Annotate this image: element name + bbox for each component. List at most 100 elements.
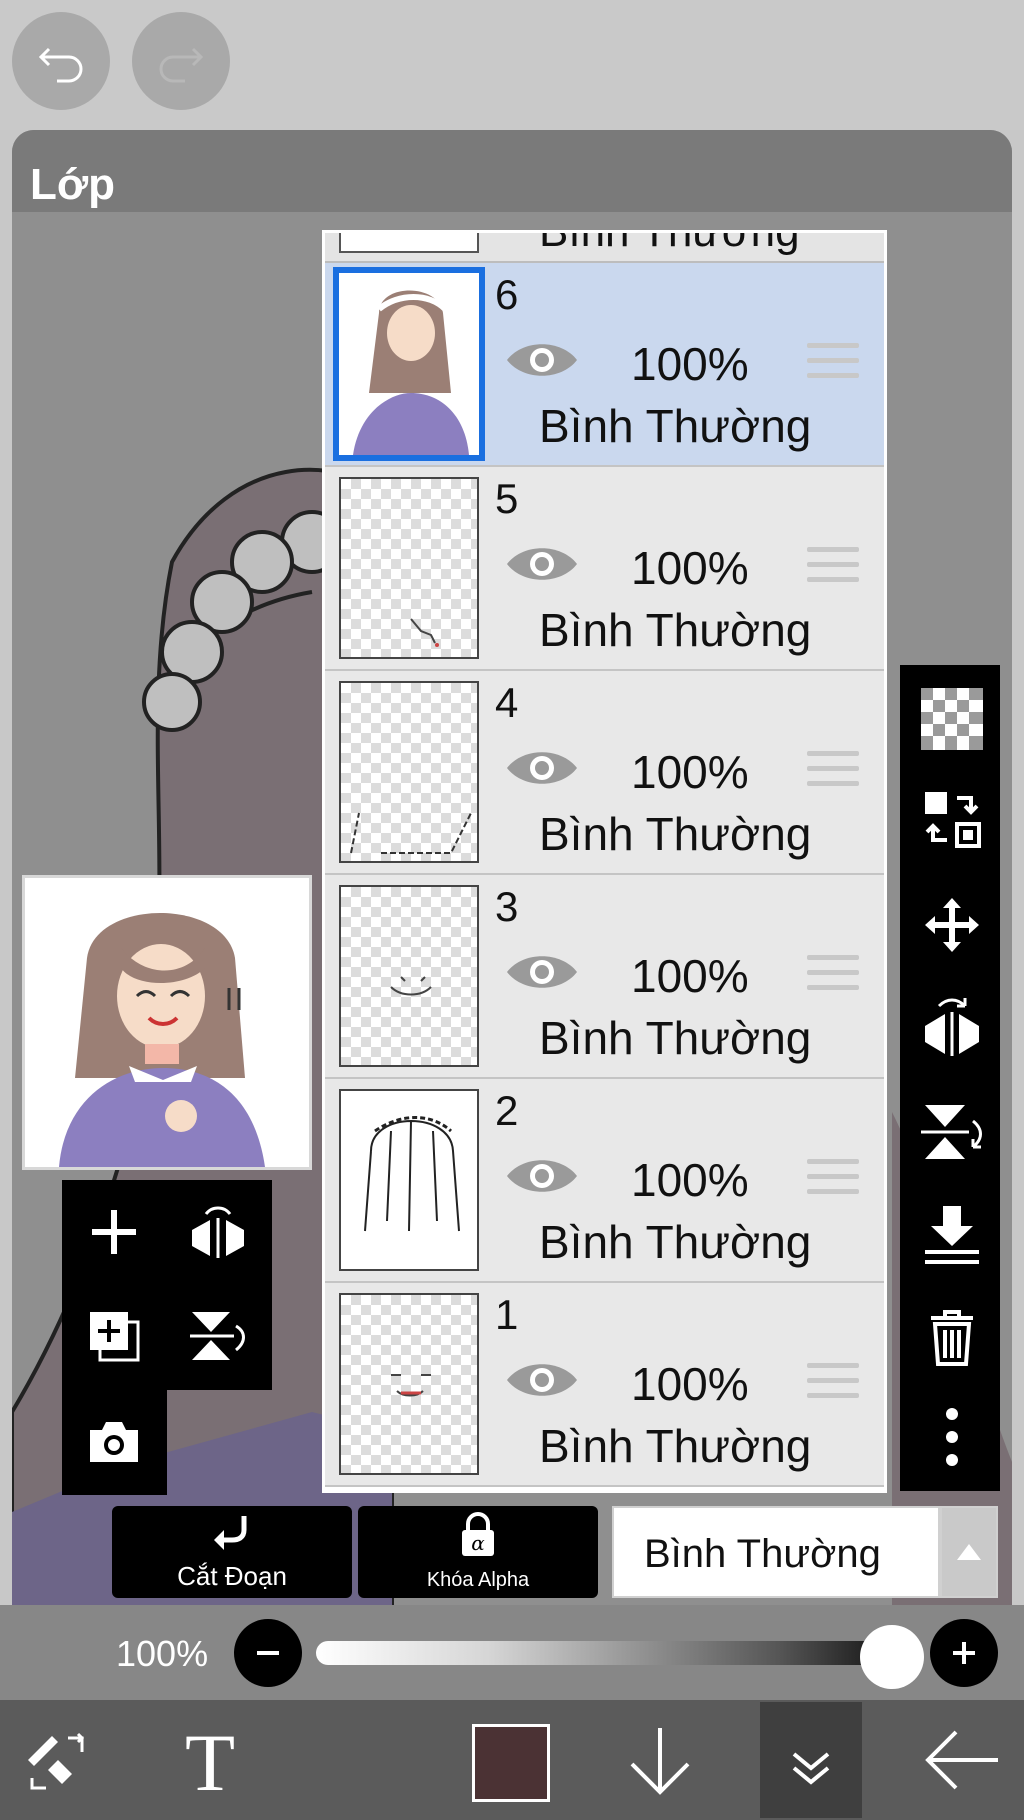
opacity-slider-handle[interactable] [860, 1625, 924, 1689]
layer-list[interactable]: Bình Thường 6 100% Bình Thường 5 100% Bì… [322, 230, 887, 1493]
transparency-button[interactable] [920, 687, 984, 751]
layer-thumbnail [333, 267, 485, 461]
layer-number: 6 [495, 271, 519, 318]
caret-up-icon [957, 1544, 981, 1560]
layer-number: 3 [495, 883, 519, 930]
drag-handle-icon[interactable] [807, 343, 859, 383]
delete-layer-button[interactable] [920, 1305, 984, 1369]
layer-blend-mode: Bình Thường [539, 808, 812, 860]
eye-icon[interactable] [505, 949, 579, 995]
eye-icon[interactable] [505, 541, 579, 587]
layer-opacity: 100% [631, 1154, 749, 1206]
layer-row-2[interactable]: 2 100% Bình Thường [325, 1079, 884, 1283]
layer-opacity: 100% [631, 542, 749, 594]
drag-handle-icon[interactable] [807, 547, 859, 587]
layer-opacity: 100% [631, 1358, 749, 1410]
opacity-value: 100% [116, 1633, 209, 1674]
undo-icon [38, 47, 83, 83]
alpha-lock-button[interactable]: α Khóa Alpha [358, 1506, 598, 1598]
add-layer-icon [92, 1210, 136, 1254]
panel-header: Lớp [12, 130, 1012, 212]
trash-icon [931, 1310, 973, 1366]
merge-down-button[interactable] [920, 1203, 984, 1267]
layer-opacity: 100% [631, 746, 749, 798]
swap-layer-icon [925, 792, 981, 848]
swap-layer-button[interactable] [920, 787, 984, 851]
layer-number: 2 [495, 1087, 519, 1134]
eye-icon[interactable] [505, 1153, 579, 1199]
layer-row-partial[interactable]: Bình Thường [325, 233, 884, 263]
flip-vertical-button[interactable] [920, 1100, 984, 1164]
blend-mode-value: Bình Thường [644, 1532, 881, 1576]
layer-blend-mode: Bình Thường [539, 604, 812, 656]
current-color-swatch[interactable] [472, 1724, 550, 1802]
layer-thumbnail [339, 885, 479, 1067]
layer-opacity: 100% [631, 950, 749, 1002]
blend-mode-select[interactable]: Bình Thường [612, 1506, 940, 1598]
top-bar [0, 0, 1024, 130]
flip-horizontal-button[interactable] [920, 995, 984, 1059]
flip-horizontal-small-button[interactable] [186, 1200, 250, 1264]
merge-down-icon [925, 1206, 979, 1264]
brush-eraser-toggle-button[interactable] [18, 1720, 98, 1800]
eye-icon[interactable] [505, 1357, 579, 1403]
layer-blend-mode: Bình Thường [539, 1012, 812, 1064]
eye-icon[interactable] [505, 337, 579, 383]
more-icon [946, 1408, 958, 1466]
lock-icon: α [462, 1512, 494, 1556]
layer-tools-sidebar [900, 665, 1000, 1491]
more-button[interactable] [920, 1405, 984, 1469]
text-tool-button[interactable]: T [170, 1720, 250, 1800]
eye-icon[interactable] [505, 745, 579, 791]
layer-row-6[interactable]: 6 100% Bình Thường [325, 263, 884, 467]
flip-horizontal-icon [192, 1206, 244, 1258]
transparency-icon [921, 688, 983, 750]
drag-handle-icon[interactable] [807, 751, 859, 791]
back-arrow-icon [925, 1730, 998, 1790]
opacity-increase-button[interactable] [930, 1619, 998, 1687]
layer-blend-mode: Bình Thường [539, 1420, 812, 1472]
layer-number: 4 [495, 679, 519, 726]
camera-button[interactable] [82, 1410, 146, 1474]
duplicate-layer-button[interactable] [82, 1304, 146, 1368]
scroll-down-button[interactable] [620, 1720, 700, 1800]
opacity-slider-track[interactable] [316, 1641, 896, 1665]
duplicate-layer-icon [90, 1312, 140, 1362]
layer-row-1[interactable]: 1 100% Bình Thường [325, 1283, 884, 1487]
layer-blend-mode: Bình Thường [539, 1216, 812, 1268]
drag-handle-icon[interactable] [807, 955, 859, 995]
clipping-label: Cắt Đoạn [177, 1561, 287, 1591]
undo-button[interactable] [12, 12, 110, 110]
flip-vertical-small-button[interactable] [186, 1304, 250, 1368]
flip-horizontal-icon [925, 998, 979, 1056]
clipping-arrow-icon [214, 1516, 247, 1556]
drag-handle-icon[interactable] [807, 1159, 859, 1199]
layer-thumbnail [339, 681, 479, 863]
layer-opacity: 100% [631, 338, 749, 390]
move-button[interactable] [920, 893, 984, 957]
canvas-preview [22, 875, 312, 1170]
drag-handle-icon[interactable] [807, 1363, 859, 1403]
back-button[interactable] [922, 1720, 1002, 1800]
layer-row-4[interactable]: 4 100% Bình Thường [325, 671, 884, 875]
opacity-slider-row: 100% [0, 1605, 1024, 1700]
double-chevron-down-icon [792, 1752, 830, 1785]
bottom-toolbar: T [0, 1700, 1024, 1820]
clipping-button[interactable]: Cắt Đoạn [112, 1506, 352, 1598]
plus-icon [953, 1642, 975, 1664]
layer-row-3[interactable]: 3 100% Bình Thường [325, 875, 884, 1079]
redo-button[interactable] [132, 12, 230, 110]
layers-panel-toggle-button[interactable] [760, 1702, 862, 1818]
camera-tool-block [62, 1390, 167, 1495]
flip-vertical-icon [921, 1105, 982, 1159]
redo-icon [159, 47, 204, 83]
text-icon: T [185, 1720, 235, 1800]
blend-mode-dropdown-button[interactable] [940, 1506, 998, 1598]
add-layer-button[interactable] [82, 1200, 146, 1264]
opacity-decrease-button[interactable] [234, 1619, 302, 1687]
layer-row-5[interactable]: 5 100% Bình Thường [325, 467, 884, 671]
svg-text:T: T [185, 1720, 235, 1800]
alpha-lock-label: Khóa Alpha [426, 1569, 530, 1591]
brush-eraser-icon [28, 1732, 85, 1790]
layer-thumbnail [339, 477, 479, 659]
